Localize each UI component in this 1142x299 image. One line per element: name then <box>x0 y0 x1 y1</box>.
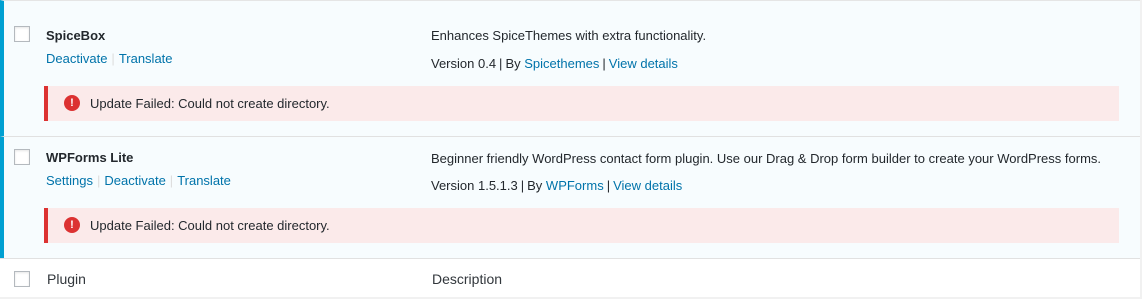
plugin-row-actions: Settings | Deactivate | Translate <box>46 173 231 188</box>
update-failed-notice: ! Update Failed: Could not create direct… <box>44 86 1119 121</box>
column-header-plugin[interactable]: Plugin <box>47 271 86 287</box>
notice-message: Update Failed: Could not create director… <box>90 218 330 233</box>
plugin-select-checkbox[interactable] <box>14 26 30 42</box>
by-label: By <box>527 178 543 193</box>
separator: | <box>499 56 503 71</box>
separator: | <box>111 51 115 66</box>
error-icon: ! <box>64 217 80 233</box>
view-details-link[interactable]: View details <box>613 178 682 193</box>
translate-link[interactable]: Translate <box>177 173 231 188</box>
update-failed-notice: ! Update Failed: Could not create direct… <box>44 208 1119 243</box>
plugin-name: WPForms Lite <box>46 150 134 165</box>
plugin-select-checkbox[interactable] <box>14 149 30 165</box>
plugin-row-spicebox: SpiceBox Deactivate | Translate Enhances S… <box>0 0 1140 136</box>
plugin-name: SpiceBox <box>46 28 106 43</box>
separator: | <box>520 178 525 193</box>
plugin-row-wpforms-lite: WPForms Lite Settings | Deactivate | Transla… <box>0 136 1140 258</box>
separator: | <box>96 173 101 188</box>
plugin-description: Enhances SpiceThemes with extra function… <box>431 28 707 43</box>
plugins-table: SpiceBox Deactivate | Translate Enhances S… <box>0 0 1140 297</box>
separator: | <box>606 178 611 193</box>
column-header-description: Description <box>432 271 503 287</box>
deactivate-link[interactable]: Deactivate <box>46 51 107 66</box>
author-link[interactable]: Spicethemes <box>524 56 599 71</box>
plugin-version: Version 1.5.1.3 <box>431 178 518 193</box>
author-link[interactable]: WPForms <box>546 178 604 193</box>
plugin-meta: Version 1.5.1.3 | By WPForms | View details <box>431 178 682 193</box>
settings-link[interactable]: Settings <box>46 173 93 188</box>
error-icon: ! <box>64 95 80 111</box>
notice-message: Update Failed: Could not create director… <box>90 96 330 111</box>
separator: | <box>169 173 174 188</box>
translate-link[interactable]: Translate <box>119 51 173 66</box>
view-details-link[interactable]: View details <box>609 56 678 71</box>
plugin-meta: Version 0.4 | By Spicethemes | View details <box>431 56 678 71</box>
plugin-row-actions: Deactivate | Translate <box>46 51 173 66</box>
by-label: By <box>505 56 521 71</box>
select-all-checkbox[interactable] <box>14 271 30 287</box>
separator: | <box>602 56 606 71</box>
table-footer: Plugin Description <box>0 258 1140 297</box>
deactivate-link[interactable]: Deactivate <box>104 173 165 188</box>
plugin-version: Version 0.4 <box>431 56 497 71</box>
plugin-description: Beginner friendly WordPress contact form… <box>431 151 1102 166</box>
